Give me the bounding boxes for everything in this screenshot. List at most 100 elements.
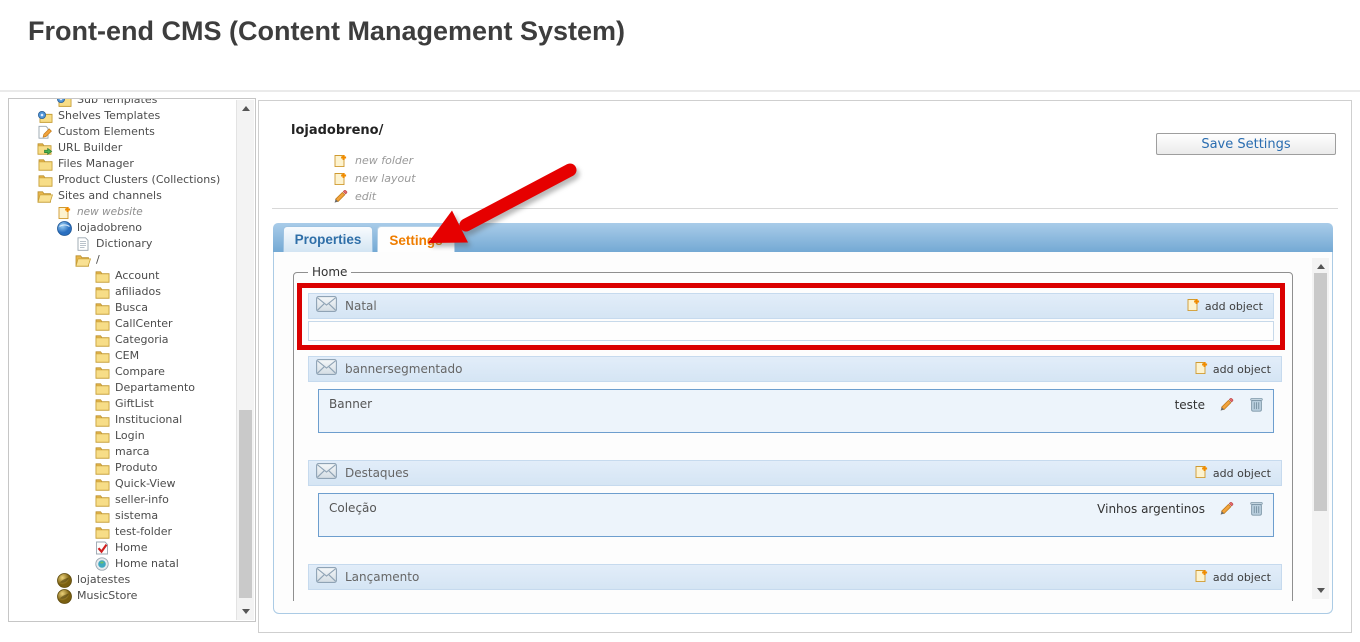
- tree-item-root[interactable]: /: [9, 252, 236, 268]
- tree-item-lojadobreno[interactable]: lojadobreno: [9, 220, 236, 236]
- folder-icon: [94, 397, 110, 411]
- tree-item-label: Dictionary: [96, 236, 152, 252]
- tree-item-busca[interactable]: Busca: [9, 300, 236, 316]
- tree-item-compare[interactable]: Compare: [9, 364, 236, 380]
- object-row-label: Coleção: [329, 501, 1097, 515]
- tree-item-label: URL Builder: [58, 140, 122, 156]
- tree-item-institucional[interactable]: Institucional: [9, 412, 236, 428]
- tree-item-custom-elements[interactable]: Custom Elements: [9, 124, 236, 140]
- tree-item-afiliados[interactable]: afiliados: [9, 284, 236, 300]
- action-edit[interactable]: edit: [333, 187, 416, 205]
- folder-icon: [37, 157, 53, 171]
- tree-item-label: Categoria: [115, 332, 169, 348]
- envelope-icon: [316, 463, 337, 483]
- tree-item-shelves-templates[interactable]: Shelves Templates: [9, 108, 236, 124]
- scroll-up-button[interactable]: [237, 101, 254, 116]
- tree-item-files-manager[interactable]: Files Manager: [9, 156, 236, 172]
- tree-item-test-folder[interactable]: test-folder: [9, 524, 236, 540]
- tree-item-label: Files Manager: [58, 156, 134, 172]
- tree-item-callcenter[interactable]: CallCenter: [9, 316, 236, 332]
- tree-item-product-clusters-collections[interactable]: Product Clusters (Collections): [9, 172, 236, 188]
- folder-icon: [94, 285, 110, 299]
- add-object-button[interactable]: add object: [1187, 298, 1263, 314]
- section-header: Nataladd object: [308, 293, 1274, 319]
- sections-list: Nataladd objectbannersegmentadoadd objec…: [304, 283, 1282, 590]
- sidebar-scrollbar[interactable]: [236, 100, 254, 620]
- envelope-icon: [316, 296, 337, 316]
- scroll-up-button[interactable]: [1312, 259, 1329, 274]
- tab-label: Settings: [389, 233, 442, 248]
- tree-item-label: marca: [115, 444, 150, 460]
- folder-icon: [94, 269, 110, 283]
- tree-item-cem[interactable]: CEM: [9, 348, 236, 364]
- tree-item-label: Departamento: [115, 380, 195, 396]
- tab-settings[interactable]: Settings: [377, 226, 455, 253]
- folder-icon: [94, 493, 110, 507]
- tab-properties[interactable]: Properties: [283, 226, 373, 252]
- tree-item-dictionary[interactable]: Dictionary: [9, 236, 236, 252]
- tree-item-quick-view[interactable]: Quick-View: [9, 476, 236, 492]
- tree-item-giftlist[interactable]: GiftList: [9, 396, 236, 412]
- pencil-icon: [333, 189, 348, 204]
- content-scrollbar[interactable]: [1312, 258, 1329, 599]
- tree-item-label: Shelves Templates: [58, 108, 160, 124]
- add-object-label: add object: [1213, 363, 1271, 376]
- tree-item-sites-and-channels[interactable]: Sites and channels: [9, 188, 236, 204]
- edit-pencil-icon[interactable]: [1219, 501, 1234, 520]
- section-header: Destaquesadd object: [308, 460, 1282, 486]
- tree-item-account[interactable]: Account: [9, 268, 236, 284]
- page-globe-icon: [94, 557, 110, 571]
- add-object-button[interactable]: add object: [1195, 465, 1271, 481]
- tree-item-label: test-folder: [115, 524, 172, 540]
- tree-item-departamento[interactable]: Departamento: [9, 380, 236, 396]
- tree-item-label: Institucional: [115, 412, 182, 428]
- folder-gear-icon: [56, 98, 72, 107]
- tree-item-home-natal[interactable]: Home natal: [9, 556, 236, 572]
- tree-item-sub-templates[interactable]: Sub Templates: [9, 98, 236, 108]
- content-panel: Home Nataladd objectbannersegmentadoadd …: [273, 252, 1333, 614]
- page-add-icon: [56, 205, 72, 219]
- tree-item-marca[interactable]: marca: [9, 444, 236, 460]
- triangle-down-icon: [242, 609, 250, 614]
- tree-item-label: GiftList: [115, 396, 154, 412]
- tree-item-sistema[interactable]: sistema: [9, 508, 236, 524]
- section-title: bannersegmentado: [345, 362, 1195, 376]
- delete-trash-icon[interactable]: [1250, 397, 1263, 416]
- tree-item-produto[interactable]: Produto: [9, 460, 236, 476]
- tree-item-login[interactable]: Login: [9, 428, 236, 444]
- tree-item-musicstore[interactable]: MusicStore: [9, 588, 236, 604]
- tree-item-categoria[interactable]: Categoria: [9, 332, 236, 348]
- tree-item-lojatestes[interactable]: lojatestes: [9, 572, 236, 588]
- save-settings-button[interactable]: Save Settings: [1156, 133, 1336, 155]
- folder-open-icon: [37, 189, 53, 203]
- tree-item-url-builder[interactable]: URL Builder: [9, 140, 236, 156]
- tree-item-home[interactable]: Home: [9, 540, 236, 556]
- tree-item-label: Custom Elements: [58, 124, 155, 140]
- scroll-thumb[interactable]: [239, 410, 252, 598]
- folder-icon: [94, 477, 110, 491]
- page-add-icon: [1195, 465, 1208, 481]
- section-title: Natal: [345, 299, 1187, 313]
- tree-item-label: MusicStore: [77, 588, 137, 604]
- tree-item-label: new website: [77, 204, 143, 220]
- tree-item-new-website[interactable]: new website: [9, 204, 236, 220]
- add-object-button[interactable]: add object: [1195, 569, 1271, 585]
- action-new-layout[interactable]: new layout: [333, 169, 416, 187]
- tree-item-seller-info[interactable]: seller-info: [9, 492, 236, 508]
- scroll-thumb[interactable]: [1314, 273, 1327, 511]
- scroll-down-button[interactable]: [1312, 583, 1329, 598]
- action-new-folder[interactable]: new folder: [333, 151, 416, 169]
- sidebar-tree-panel: Sub TemplatesShelves TemplatesCustom Ele…: [8, 98, 256, 622]
- fieldset-legend: Home: [308, 265, 351, 279]
- section-header: bannersegmentado add object: [308, 356, 1282, 382]
- add-object-button[interactable]: add object: [1195, 361, 1271, 377]
- page-edit-icon: [37, 125, 53, 139]
- section-bannersegmentado: bannersegmentadoadd objectBannerteste: [308, 356, 1282, 433]
- delete-trash-icon[interactable]: [1250, 501, 1263, 520]
- folder-icon: [94, 349, 110, 363]
- page-add-icon: [1187, 298, 1200, 314]
- scroll-down-button[interactable]: [237, 604, 254, 619]
- folder-icon: [94, 317, 110, 331]
- edit-pencil-icon[interactable]: [1219, 397, 1234, 416]
- folder-icon: [37, 173, 53, 187]
